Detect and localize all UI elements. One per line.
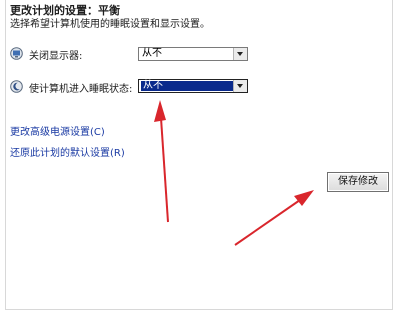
- sleep-value: 从不: [141, 81, 233, 91]
- chevron-down-icon[interactable]: [233, 80, 247, 92]
- sleep-label: 使计算机进入睡眠状态:: [29, 84, 133, 95]
- sleep-select[interactable]: 从不: [138, 79, 248, 93]
- display-off-select[interactable]: 从不: [138, 47, 248, 61]
- page-subtitle: 选择希望计算机使用的睡眠设置和显示设置。: [10, 19, 210, 30]
- moon-icon: [10, 80, 23, 93]
- display-off-value: 从不: [142, 48, 162, 59]
- chevron-down-icon[interactable]: [233, 48, 247, 60]
- restore-defaults-link[interactable]: 还原此计划的默认设置(R): [10, 144, 125, 159]
- advanced-power-settings-link[interactable]: 更改高级电源设置(C): [10, 123, 105, 138]
- save-changes-button[interactable]: 保存修改: [327, 172, 389, 192]
- display-off-label: 关闭显示器:: [29, 51, 83, 62]
- monitor-icon: [10, 47, 23, 60]
